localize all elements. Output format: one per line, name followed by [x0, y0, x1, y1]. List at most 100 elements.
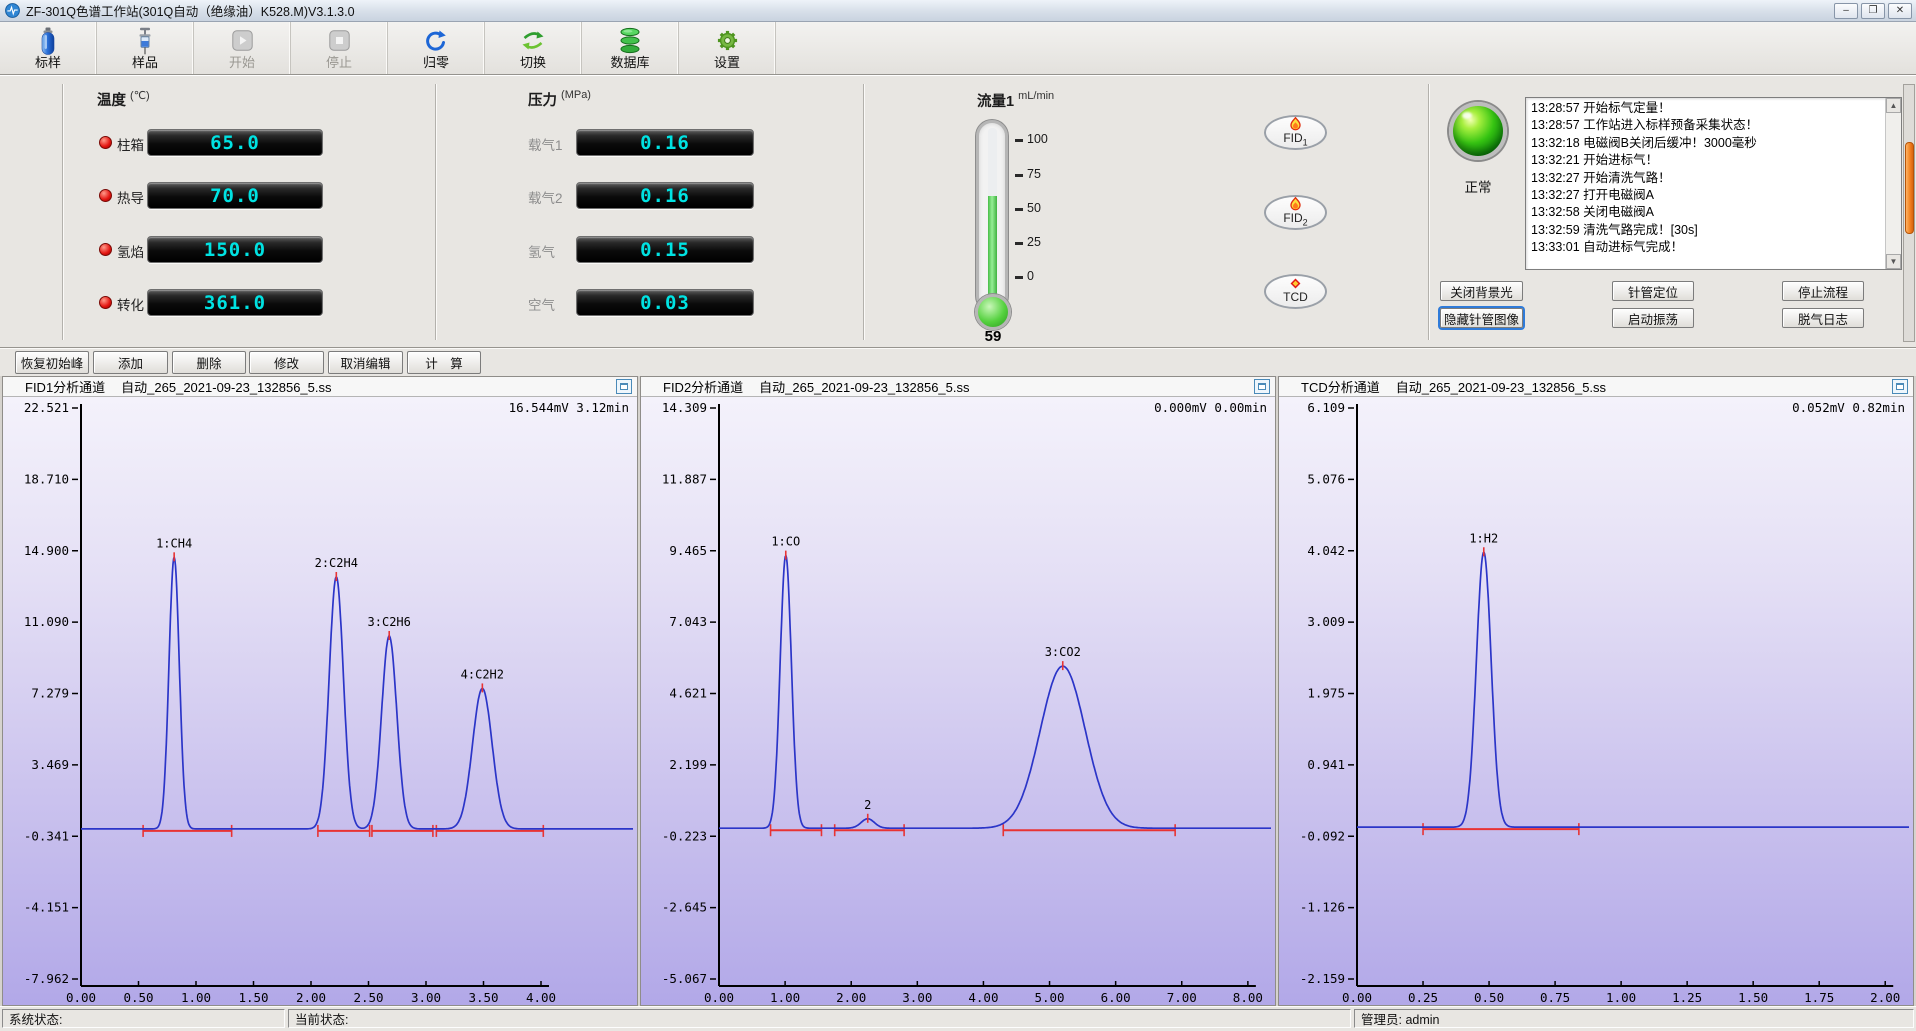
- gauge-tick: [1015, 276, 1023, 279]
- toolbar-button-database[interactable]: 数据库: [582, 22, 679, 74]
- svg-text:6.00: 6.00: [1101, 990, 1131, 1005]
- fid2-indicator[interactable]: FID2: [1264, 195, 1327, 230]
- gauge-tick-label: 25: [1027, 235, 1041, 249]
- tcd-indicator[interactable]: TCD: [1264, 274, 1327, 309]
- svg-text:1.50: 1.50: [1738, 990, 1768, 1005]
- divider: [62, 84, 64, 340]
- toolbar-button-sample[interactable]: 样品: [97, 22, 194, 74]
- play-icon: [232, 27, 253, 55]
- log-scrollbar[interactable]: ▲ ▼: [1885, 98, 1901, 269]
- svg-text:-7.962: -7.962: [24, 971, 69, 986]
- svg-text:4.621: 4.621: [669, 686, 707, 701]
- toolbar-button-label: 样品: [132, 56, 158, 70]
- svg-text:1:CO: 1:CO: [771, 535, 800, 549]
- admin-cell: 管理员: admin: [1354, 1009, 1914, 1028]
- status-bar: 系统状态: 当前状态: 管理员: admin: [0, 1006, 1916, 1031]
- delete-peak-button[interactable]: 删除: [172, 351, 246, 374]
- scroll-down-icon[interactable]: ▼: [1886, 254, 1901, 269]
- svg-text:3.00: 3.00: [902, 990, 932, 1005]
- database-icon: [618, 27, 642, 55]
- toolbar-button-settings[interactable]: 设置: [679, 22, 776, 74]
- svg-text:8.00: 8.00: [1233, 990, 1263, 1005]
- svg-text:-2.645: -2.645: [662, 900, 707, 915]
- svg-text:1.975: 1.975: [1307, 686, 1345, 701]
- gauge-tick-label: 100: [1027, 132, 1048, 146]
- chart-channel-title: TCD分析通道: [1301, 377, 1380, 396]
- svg-text:-4.151: -4.151: [24, 900, 69, 915]
- calculate-button[interactable]: 计 算: [407, 351, 481, 374]
- svg-text:0.00: 0.00: [1342, 990, 1372, 1005]
- stop-flow-button[interactable]: 停止流程: [1782, 281, 1864, 301]
- stop-icon: [329, 27, 350, 55]
- log-line: 13:33:01 自动进标气完成！: [1531, 239, 1879, 256]
- right-edge-scrollbar-thumb[interactable]: [1905, 142, 1914, 234]
- svg-text:2: 2: [864, 798, 871, 812]
- svg-text:-0.341: -0.341: [24, 828, 69, 843]
- svg-text:1.25: 1.25: [1672, 990, 1702, 1005]
- flame-icon: [1290, 117, 1301, 131]
- svg-text:4.00: 4.00: [526, 990, 556, 1005]
- divider: [435, 84, 437, 340]
- maximize-button[interactable]: ❐: [1861, 3, 1885, 19]
- svg-text:6.109: 6.109: [1307, 400, 1345, 415]
- toolbar-button-standard-sample[interactable]: 标样: [0, 22, 97, 74]
- close-backlight-button[interactable]: 关闭背景光: [1440, 281, 1523, 301]
- svg-text:11.887: 11.887: [662, 471, 707, 486]
- svg-text:7.043: 7.043: [669, 614, 707, 629]
- svg-text:2.199: 2.199: [669, 757, 707, 772]
- toolbar-button-zero[interactable]: 归零: [388, 22, 485, 74]
- toolbar-button-switch[interactable]: 切换: [485, 22, 582, 74]
- cancel-edit-button[interactable]: 取消编辑: [328, 351, 403, 374]
- modify-peak-button[interactable]: 修改: [249, 351, 324, 374]
- tcd-chromatogram-plot[interactable]: 0.052mV 0.82min 6.1095.0764.0423.0091.97…: [1279, 397, 1913, 1005]
- svg-text:3.00: 3.00: [411, 990, 441, 1005]
- toolbar-button-start[interactable]: 开始: [194, 22, 291, 74]
- temp-row-label: 柱箱: [117, 134, 144, 154]
- start-oscillation-button[interactable]: 启动振荡: [1612, 308, 1694, 328]
- flow-thermometer-fill: [988, 196, 997, 302]
- gear-icon: [716, 27, 739, 55]
- chart-file-name: 自动_265_2021-09-23_132856_5.ss: [121, 377, 331, 396]
- svg-text:4.042: 4.042: [1307, 543, 1345, 558]
- divider: [863, 84, 865, 340]
- svg-text:7.279: 7.279: [31, 686, 69, 701]
- column-oven-led: [99, 136, 112, 149]
- chart-panel-fid2: FID2分析通道 自动_265_2021-09-23_132856_5.ss 0…: [640, 376, 1276, 1006]
- needle-position-button[interactable]: 针管定位: [1612, 281, 1694, 301]
- tcd-temp-led: [99, 189, 112, 202]
- hide-needle-image-button[interactable]: 隐藏针管图像: [1440, 308, 1523, 328]
- current-status-cell: 当前状态:: [288, 1009, 1351, 1028]
- degas-log-button[interactable]: 脱气日志: [1782, 308, 1864, 328]
- toolbar-button-stop[interactable]: 停止: [291, 22, 388, 74]
- svg-text:5.076: 5.076: [1307, 471, 1345, 486]
- chart-maximize-button[interactable]: [1892, 379, 1908, 394]
- system-status-light-label: 正常: [1445, 176, 1511, 196]
- toolbar-button-label: 设置: [714, 56, 740, 70]
- minimize-button[interactable]: –: [1834, 3, 1858, 19]
- add-peak-button[interactable]: 添加: [93, 351, 168, 374]
- flow-gauge-title: 流量1 mL/min: [977, 90, 1054, 111]
- event-log[interactable]: 13:28:57 开始标气定量！13:28:57 工作站进入标样预备采集状态！1…: [1525, 97, 1902, 270]
- fid-temp-display: 150.0: [147, 236, 323, 263]
- flame-icon: [1290, 197, 1301, 211]
- svg-text:0.25: 0.25: [1408, 990, 1438, 1005]
- fid-temp-led: [99, 243, 112, 256]
- chart-header: FID2分析通道 自动_265_2021-09-23_132856_5.ss: [641, 377, 1275, 397]
- svg-text:-5.067: -5.067: [662, 971, 707, 986]
- gas-cylinder-icon: [37, 27, 59, 55]
- temp-row-label: 转化: [117, 294, 144, 314]
- close-button[interactable]: ✕: [1888, 3, 1912, 19]
- fid2-chromatogram-plot[interactable]: 0.000mV 0.00min 14.30911.8879.4657.0434.…: [641, 397, 1275, 1005]
- scroll-up-icon[interactable]: ▲: [1886, 98, 1901, 113]
- fid1-chromatogram-plot[interactable]: 16.544mV 3.12min 22.52118.71014.90011.09…: [3, 397, 637, 1005]
- restore-initial-peaks-button[interactable]: 恢复初始峰: [15, 351, 89, 374]
- fid1-indicator[interactable]: FID1: [1264, 115, 1327, 150]
- detector-label: FID2: [1283, 212, 1307, 227]
- svg-text:-2.159: -2.159: [1300, 971, 1345, 986]
- hydrogen-pressure-display: 0.15: [576, 236, 754, 263]
- chart-maximize-button[interactable]: [616, 379, 632, 394]
- svg-text:1:CH4: 1:CH4: [156, 536, 192, 550]
- pressure-row-label: 空气: [528, 294, 555, 314]
- system-status-cell: 系统状态:: [2, 1009, 285, 1028]
- chart-maximize-button[interactable]: [1254, 379, 1270, 394]
